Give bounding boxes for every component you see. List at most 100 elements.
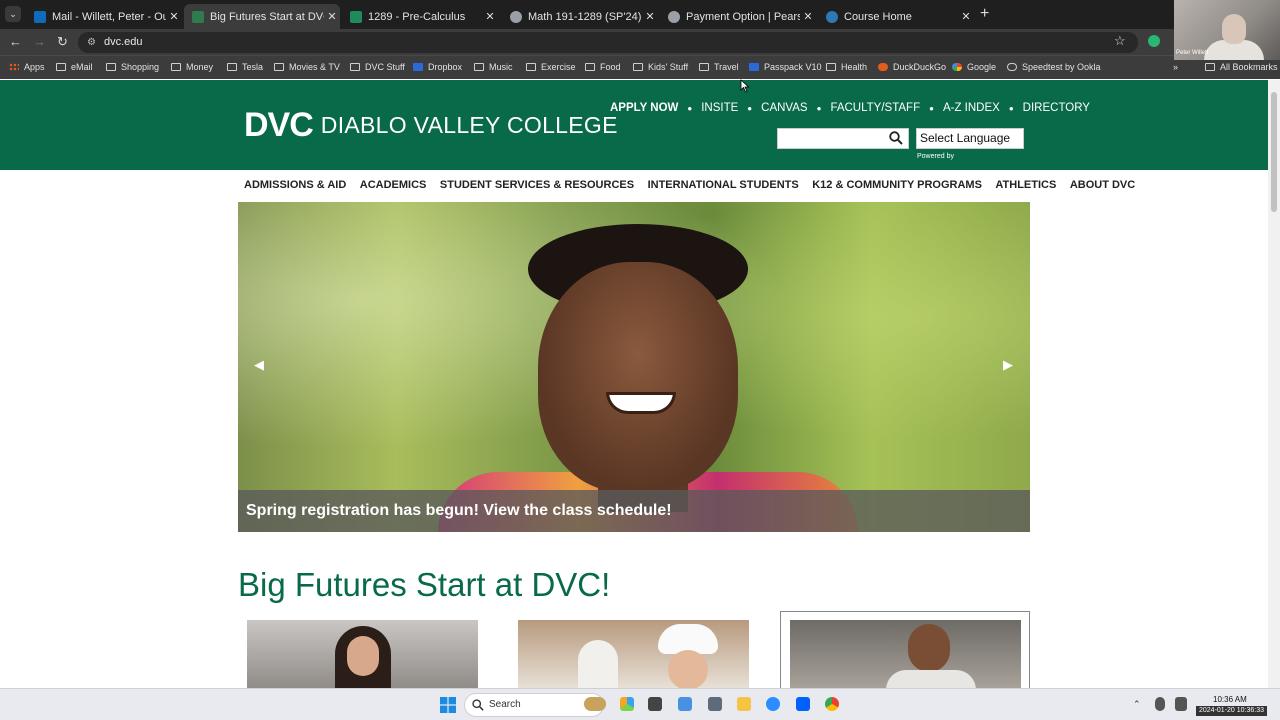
page-headline: Big Futures Start at DVC! bbox=[238, 566, 611, 603]
bookmark-travel[interactable]: Travel bbox=[699, 62, 739, 72]
tab-search-button[interactable]: ⌄ bbox=[5, 6, 21, 22]
logo-mark: DVC bbox=[244, 106, 314, 144]
bookmark-dropbox[interactable]: Dropbox bbox=[413, 62, 462, 72]
feature-card-1[interactable] bbox=[247, 620, 478, 688]
bookmark-label: Travel bbox=[714, 62, 739, 72]
faculty-staff-link[interactable]: FACULTY/STAFF bbox=[830, 102, 920, 114]
close-icon[interactable]: ✕ bbox=[482, 10, 498, 23]
bookmark-passpack[interactable]: Passpack V10 bbox=[749, 62, 822, 72]
powered-by-text: Powered by bbox=[917, 153, 954, 160]
canvas-link[interactable]: CANVAS bbox=[761, 102, 807, 114]
page-scrollbar[interactable] bbox=[1268, 80, 1280, 688]
hero-photo-face bbox=[538, 262, 738, 492]
bookmark-health[interactable]: Health bbox=[826, 62, 867, 72]
show-hidden-icons[interactable]: ⌃ bbox=[1133, 699, 1143, 709]
hero-caption[interactable]: Spring registration has begun! View the … bbox=[238, 490, 1030, 532]
bookmark-food[interactable]: Food bbox=[585, 62, 621, 72]
calculator-icon[interactable] bbox=[708, 697, 722, 711]
dvc-logo[interactable]: DVC DIABLO VALLEY COLLEGE bbox=[244, 106, 618, 145]
reload-icon[interactable]: ↻ bbox=[57, 34, 68, 50]
apps-icon bbox=[9, 63, 19, 71]
webcam-person-head bbox=[1222, 14, 1246, 44]
tab-outline[interactable]: Math 191-1289 (SP'24) Outline ✕ bbox=[502, 4, 658, 29]
folder-icon bbox=[171, 63, 181, 71]
bookmark-kids[interactable]: Kids' Stuff bbox=[633, 62, 688, 72]
bookmark-google[interactable]: Google bbox=[952, 62, 996, 72]
hero-carousel[interactable]: ◀ ▶ Spring registration has begun! View … bbox=[238, 202, 1030, 532]
file-explorer-icon[interactable] bbox=[737, 697, 751, 711]
feature-card-2[interactable] bbox=[518, 620, 749, 688]
bookmark-email[interactable]: eMail bbox=[56, 62, 93, 72]
nav-separator: ● bbox=[1008, 103, 1014, 113]
taskbar-clock[interactable]: 10:36 AM bbox=[1213, 694, 1247, 705]
feature-card-3[interactable] bbox=[790, 620, 1021, 688]
nav-about[interactable]: ABOUT DVC bbox=[1070, 179, 1135, 191]
site-info-icon[interactable]: ⚙ bbox=[87, 32, 96, 53]
tab-dvc[interactable]: Big Futures Start at DVC! ✕ bbox=[184, 4, 340, 29]
bookmark-speedtest[interactable]: Speedtest by Ookla bbox=[1007, 62, 1101, 72]
language-select[interactable]: Select Language bbox=[916, 128, 1024, 149]
close-icon[interactable]: ✕ bbox=[324, 10, 340, 23]
chrome-icon[interactable] bbox=[825, 697, 839, 711]
bookmark-dvc-stuff[interactable]: DVC Stuff bbox=[350, 62, 405, 72]
bookmark-movies[interactable]: Movies & TV bbox=[274, 62, 340, 72]
task-view-icon[interactable] bbox=[648, 697, 662, 711]
globe-icon bbox=[510, 10, 522, 23]
nav-separator: ● bbox=[747, 103, 753, 113]
tab-course-home[interactable]: Course Home ✕ bbox=[818, 4, 974, 29]
close-icon[interactable]: ✕ bbox=[958, 10, 974, 23]
bookmark-tesla[interactable]: Tesla bbox=[227, 62, 263, 72]
extension-icon[interactable] bbox=[1148, 35, 1160, 47]
forward-icon[interactable]: → bbox=[33, 34, 46, 49]
nav-athletics[interactable]: ATHLETICS bbox=[995, 179, 1056, 191]
close-icon[interactable]: ✕ bbox=[166, 10, 182, 23]
apply-now-link[interactable]: APPLY NOW bbox=[610, 102, 678, 114]
bookmark-music[interactable]: Music bbox=[474, 62, 513, 72]
bookmark-money[interactable]: Money bbox=[171, 62, 213, 72]
nav-international[interactable]: INTERNATIONAL STUDENTS bbox=[648, 179, 799, 191]
network-icon[interactable] bbox=[1175, 697, 1187, 711]
tab-precalculus[interactable]: 1289 - Pre-Calculus ✕ bbox=[342, 4, 498, 29]
snipping-tool-icon[interactable] bbox=[678, 697, 692, 711]
folder-icon bbox=[826, 63, 836, 71]
bookmarks-overflow-icon[interactable]: » bbox=[1173, 62, 1178, 72]
tab-outlook[interactable]: Mail - Willett, Peter - Outlook ✕ bbox=[26, 4, 182, 29]
bookmark-star-icon[interactable]: ☆ bbox=[1114, 33, 1126, 49]
dropbox-icon[interactable] bbox=[796, 697, 810, 711]
nav-admissions[interactable]: ADMISSIONS & AID bbox=[244, 179, 346, 191]
a-z-index-link[interactable]: A-Z INDEX bbox=[943, 102, 1000, 114]
bookmark-shopping[interactable]: Shopping bbox=[106, 62, 159, 72]
nav-student-services[interactable]: STUDENT SERVICES & RESOURCES bbox=[440, 179, 634, 191]
close-icon[interactable]: ✕ bbox=[800, 10, 816, 23]
taskbar-search[interactable]: Search bbox=[464, 693, 604, 717]
close-icon[interactable]: ✕ bbox=[642, 10, 658, 23]
all-bookmarks[interactable]: All Bookmarks bbox=[1205, 62, 1278, 72]
bookmark-apps[interactable]: Apps bbox=[9, 62, 45, 72]
search-icon[interactable] bbox=[889, 131, 903, 145]
zoom-icon[interactable] bbox=[766, 697, 780, 711]
windows-start-icon[interactable] bbox=[440, 697, 456, 713]
directory-link[interactable]: DIRECTORY bbox=[1023, 102, 1090, 114]
widgets-icon[interactable] bbox=[584, 697, 606, 711]
nav-academics[interactable]: ACADEMICS bbox=[360, 179, 427, 191]
site-header: DVC DIABLO VALLEY COLLEGE APPLY NOW ● INS… bbox=[0, 80, 1268, 170]
site-search-input[interactable] bbox=[777, 128, 909, 149]
insite-link[interactable]: INSITE bbox=[701, 102, 738, 114]
scrollbar-thumb[interactable] bbox=[1271, 92, 1277, 212]
bookmark-duckduckgo[interactable]: DuckDuckGo bbox=[878, 62, 946, 72]
copilot-icon[interactable] bbox=[620, 697, 634, 711]
globe-icon bbox=[668, 10, 680, 23]
tab-pearson[interactable]: Payment Option | Pearson MyLab ✕ bbox=[660, 4, 816, 29]
tab-title: 1289 - Pre-Calculus bbox=[368, 10, 466, 23]
passpack-icon bbox=[749, 63, 759, 71]
browser-toolbar: ← → ↻ ⚙ dvc.edu ☆ bbox=[0, 29, 1280, 55]
nav-k12-community[interactable]: K12 & COMMUNITY PROGRAMS bbox=[812, 179, 982, 191]
back-icon[interactable]: ← bbox=[9, 34, 22, 49]
address-bar[interactable]: ⚙ dvc.edu bbox=[78, 32, 1138, 53]
carousel-prev-icon[interactable]: ◀ bbox=[254, 357, 264, 373]
new-tab-button[interactable]: + bbox=[980, 5, 989, 23]
bookmark-exercise[interactable]: Exercise bbox=[526, 62, 576, 72]
folder-icon bbox=[633, 63, 643, 71]
carousel-next-icon[interactable]: ▶ bbox=[1003, 357, 1013, 373]
microphone-icon[interactable] bbox=[1155, 697, 1165, 711]
